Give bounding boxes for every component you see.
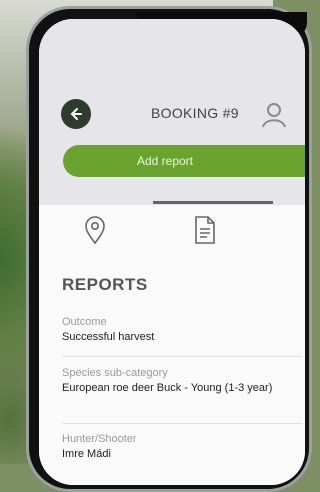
header: BOOKING #9 Add report	[39, 19, 305, 205]
section-heading: REPORTS	[62, 275, 148, 294]
tab-bar	[39, 205, 305, 265]
field-species-sub-category: Species sub-category European roe deer B…	[62, 367, 292, 395]
add-report-label: Add report	[136, 154, 194, 168]
user-icon[interactable]	[259, 99, 289, 134]
document-icon	[195, 216, 215, 244]
location-pin-icon	[85, 216, 105, 245]
field-value: Successful harvest	[62, 331, 155, 343]
tab-indicator	[153, 201, 273, 204]
tab-document[interactable]	[193, 215, 217, 250]
divider	[62, 356, 302, 357]
reports-section: REPORTS Outcome Successful harvest Speci…	[39, 259, 305, 485]
field-value: Imre Mádi	[62, 448, 111, 460]
field-outcome: Outcome Successful harvest	[62, 316, 292, 344]
field-hunter-shooter: Hunter/Shooter Imre Mádi	[62, 433, 292, 461]
add-report-button[interactable]: Add report	[63, 145, 305, 177]
field-label: Outcome	[62, 316, 107, 328]
divider	[62, 423, 302, 424]
page-title: BOOKING #9	[151, 105, 239, 121]
back-button[interactable]	[61, 99, 91, 129]
field-value: European roe deer Buck - Young (1-3 year…	[62, 382, 273, 394]
field-label: Hunter/Shooter	[62, 433, 137, 445]
app-screen: BOOKING #9 Add report REPORTS Outcome Su…	[39, 19, 305, 485]
back-arrow-icon	[70, 108, 82, 120]
field-label: Species sub-category	[62, 367, 168, 379]
tab-location[interactable]	[83, 215, 107, 250]
phone-frame: BOOKING #9 Add report REPORTS Outcome Su…	[26, 6, 312, 492]
